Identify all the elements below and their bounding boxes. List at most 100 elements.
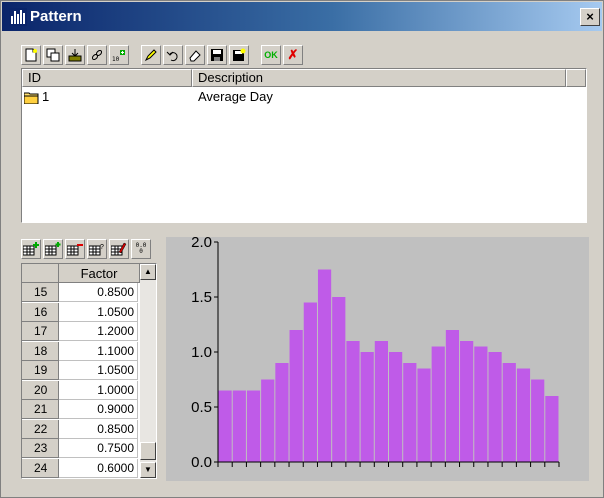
grid-scrollbar[interactable]: ▲ ▼: [140, 264, 156, 478]
table-row[interactable]: 20 1.0000: [22, 380, 140, 400]
table-row[interactable]: 19 1.0500: [22, 361, 140, 380]
properties-icon[interactable]: ?: [87, 239, 107, 259]
column-header-id[interactable]: ID: [22, 69, 192, 87]
table-row[interactable]: 24 0.6000: [22, 458, 140, 478]
row-index: 19: [22, 361, 59, 380]
y-tick-label: 1.5: [191, 289, 212, 306]
table-row[interactable]: 15 0.8500: [22, 283, 140, 302]
chart-bar: [460, 341, 474, 462]
undo-icon[interactable]: [163, 45, 183, 65]
chart-bar: [374, 341, 388, 462]
decimal-format-label: 0.00: [135, 242, 147, 255]
chart-bar: [218, 390, 232, 462]
grid-toolbar: ? 0.00: [21, 239, 161, 261]
table-row[interactable]: 16 1.0500: [22, 302, 140, 322]
row-index: 21: [22, 400, 59, 419]
edit-icon[interactable]: [141, 45, 161, 65]
chart-bar: [531, 379, 545, 462]
factor-cell[interactable]: 1.2000: [59, 322, 138, 341]
row-index: 16: [22, 302, 59, 322]
save-icon[interactable]: [207, 45, 227, 65]
chart-bar: [389, 352, 403, 462]
factor-cell[interactable]: 0.7500: [59, 439, 138, 458]
row-index: 22: [22, 419, 59, 439]
chart-bar: [502, 363, 516, 462]
chart-bar: [275, 363, 289, 462]
copy-icon[interactable]: [43, 45, 63, 65]
factor-cell[interactable]: 1.0500: [59, 361, 138, 380]
svg-text:10: 10: [112, 56, 120, 62]
table-row[interactable]: 22 0.8500: [22, 419, 140, 439]
scroll-thumb[interactable]: [140, 442, 156, 460]
pattern-list: ID Description 1 Average Day: [21, 68, 587, 223]
y-tick-label: 0.0: [191, 454, 212, 471]
chart-bar: [232, 390, 246, 462]
column-header-description[interactable]: Description: [192, 69, 566, 87]
chart-bar: [303, 302, 317, 462]
grid-corner: [22, 264, 59, 283]
factor-column-header[interactable]: Factor: [59, 264, 140, 283]
numbering-icon[interactable]: 10: [109, 45, 129, 65]
factor-cell[interactable]: 0.8500: [59, 283, 138, 302]
factor-cell[interactable]: 0.6000: [59, 458, 138, 478]
folder-icon: [24, 92, 39, 104]
link-icon[interactable]: [87, 45, 107, 65]
chart-bar: [246, 390, 261, 462]
save-all-icon[interactable]: [229, 45, 249, 65]
row-index: 15: [22, 283, 59, 302]
window-title: Pattern: [30, 8, 82, 25]
row-index: 17: [22, 322, 59, 341]
ok-button[interactable]: OK: [261, 45, 281, 65]
main-toolbar: 10 OK ✗: [21, 45, 311, 67]
list-item-description: Average Day: [198, 89, 273, 104]
chart-bar: [516, 368, 531, 462]
table-row[interactable]: 18 1.1000: [22, 341, 140, 361]
factor-cell[interactable]: 1.0500: [59, 302, 138, 322]
import-icon[interactable]: [65, 45, 85, 65]
erase-icon[interactable]: [185, 45, 205, 65]
table-row[interactable]: 17 1.2000: [22, 322, 140, 341]
pattern-window: Pattern × 10 OK ✗ ID Description 1 Avera…: [0, 0, 604, 498]
chart-bar: [261, 379, 275, 462]
decimal-format-icon[interactable]: 0.00: [131, 239, 151, 259]
row-index: 23: [22, 439, 59, 458]
list-item[interactable]: 1 Average Day: [22, 88, 586, 106]
insert-row-icon[interactable]: [43, 239, 63, 259]
chart-bar: [431, 346, 445, 462]
list-item-id: 1: [42, 89, 50, 104]
add-row-icon[interactable]: [21, 239, 41, 259]
cancel-button[interactable]: ✗: [283, 45, 303, 65]
delete-row-icon[interactable]: [65, 239, 85, 259]
factor-cell[interactable]: 1.1000: [59, 341, 138, 361]
factor-cell[interactable]: 0.8500: [59, 419, 138, 439]
chart-bar: [474, 346, 488, 462]
ok-label: OK: [264, 50, 278, 60]
factor-cell[interactable]: 1.0000: [59, 380, 138, 400]
title-bar[interactable]: Pattern ×: [2, 2, 602, 31]
edit-grid-icon[interactable]: [109, 239, 129, 259]
row-index: 24: [22, 458, 59, 478]
scroll-up-button[interactable]: ▲: [140, 264, 156, 280]
pattern-app-icon: [9, 8, 27, 26]
new-icon[interactable]: [21, 45, 41, 65]
y-tick-label: 2.0: [191, 237, 212, 251]
factor-cell[interactable]: 0.9000: [59, 400, 138, 419]
row-index: 18: [22, 341, 59, 361]
chart-bar: [403, 363, 417, 462]
y-tick-label: 1.0: [191, 344, 212, 361]
scroll-down-button[interactable]: ▼: [140, 462, 156, 478]
factor-grid: Factor 15 0.8500 16 1.0500 17 1.2000 18 1.1000 1…: [21, 263, 157, 479]
row-index: 20: [22, 380, 59, 400]
svg-text:?: ?: [100, 244, 104, 251]
chart-bar: [488, 352, 502, 462]
close-button[interactable]: ×: [580, 8, 600, 26]
chart-bar: [317, 269, 332, 462]
table-row[interactable]: 21 0.9000: [22, 400, 140, 419]
table-row[interactable]: 23 0.7500: [22, 439, 140, 458]
chart-bar: [545, 396, 559, 462]
chart-bar: [289, 330, 303, 462]
chart-bar: [346, 341, 360, 462]
cancel-icon: ✗: [287, 47, 299, 62]
chart-bar: [360, 352, 374, 462]
column-header-filler: [566, 69, 586, 87]
